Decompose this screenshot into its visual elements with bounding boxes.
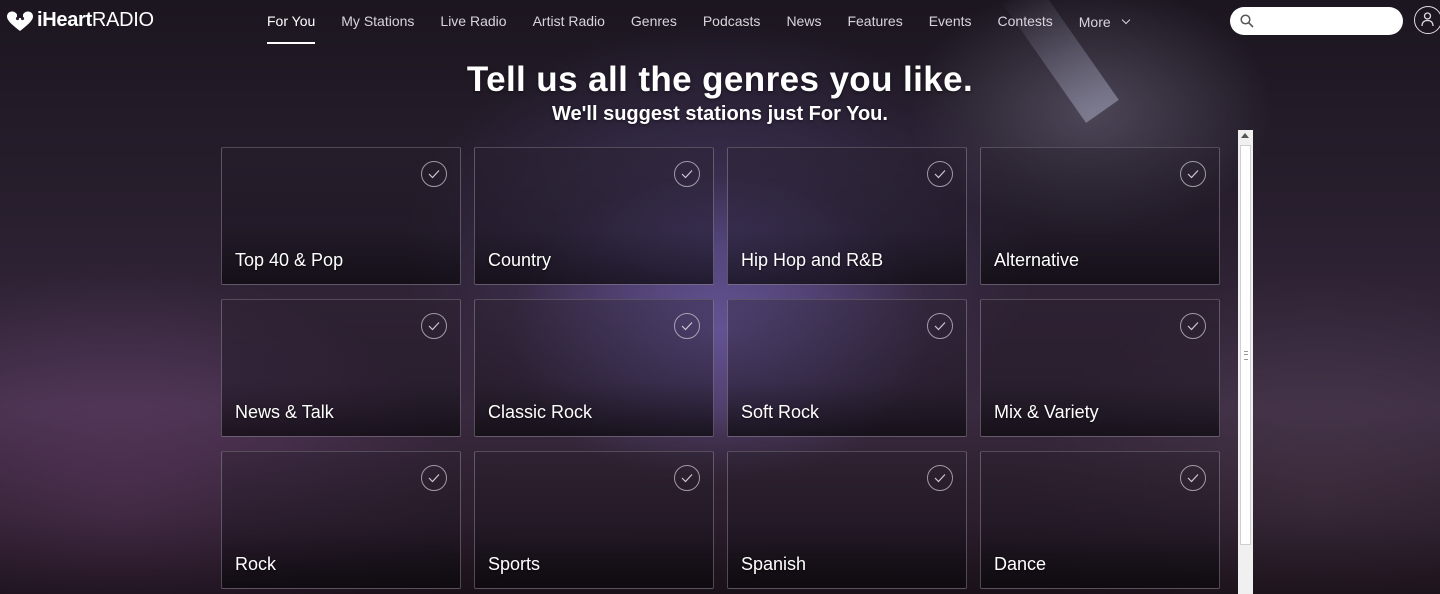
check-icon[interactable] <box>421 313 447 339</box>
logo-text-bold: iHeart <box>37 9 92 31</box>
logo-text-thin: RADIO <box>91 9 154 31</box>
scrollbar-grip-icon <box>1244 351 1248 360</box>
chevron-down-icon <box>1121 15 1130 25</box>
check-icon[interactable] <box>674 313 700 339</box>
user-icon <box>1421 12 1434 27</box>
genre-label: Top 40 & Pop <box>235 250 344 270</box>
scrollbar-thumb[interactable] <box>1240 145 1251 545</box>
iheart-logo-icon <box>7 11 33 31</box>
scroll-up-arrow-icon[interactable] <box>1241 133 1249 138</box>
iheartradio-logo[interactable]: iHeartRADIO <box>5 9 154 32</box>
genre-tile-alternative[interactable]: Alternative <box>980 147 1220 285</box>
user-profile-button[interactable] <box>1414 6 1440 34</box>
genre-tile-dance[interactable]: Dance <box>980 451 1220 589</box>
check-icon[interactable] <box>1180 465 1206 491</box>
check-icon[interactable] <box>927 161 953 187</box>
page-subheadline: We'll suggest stations just For You. <box>552 103 888 125</box>
nav-more-label: More <box>1078 14 1111 30</box>
logo-text: iHeartRADIO <box>37 9 154 32</box>
genre-grid-scrollbar[interactable] <box>1238 130 1253 594</box>
genre-label: Mix & Variety <box>994 402 1099 422</box>
main-nav: For You My Stations Live Radio Artist Ra… <box>267 0 1155 44</box>
check-icon[interactable] <box>421 161 447 187</box>
genre-tile-classic-rock[interactable]: Classic Rock <box>474 299 714 437</box>
search-box[interactable] <box>1230 7 1403 35</box>
nav-artist-radio[interactable]: Artist Radio <box>533 0 605 44</box>
genre-tile-mix-variety[interactable]: Mix & Variety <box>980 299 1220 437</box>
nav-more[interactable]: More <box>1078 0 1130 44</box>
search-input[interactable] <box>1260 11 1399 33</box>
genre-label: News & Talk <box>235 402 334 422</box>
genre-label: Alternative <box>994 250 1080 270</box>
page-headline: Tell us all the genres you like. <box>466 60 974 99</box>
nav-contests[interactable]: Contests <box>998 0 1053 44</box>
genre-label: Country <box>488 250 552 270</box>
genre-label: Sports <box>488 554 541 574</box>
genre-label: Soft Rock <box>741 402 820 422</box>
nav-events[interactable]: Events <box>929 0 972 44</box>
genre-tile-country[interactable]: Country <box>474 147 714 285</box>
check-icon[interactable] <box>674 465 700 491</box>
nav-for-you[interactable]: For You <box>267 0 316 44</box>
genre-tile-sports[interactable]: Sports <box>474 451 714 589</box>
top-navigation-bar: iHeartRADIO For You My Stations Live Rad… <box>0 0 1440 44</box>
check-icon[interactable] <box>674 161 700 187</box>
genre-tile-news-talk[interactable]: News & Talk <box>221 299 461 437</box>
check-icon[interactable] <box>927 465 953 491</box>
genre-grid: Top 40 & Pop Country Hip Hop and R&B Alt… <box>221 147 1220 589</box>
nav-my-stations[interactable]: My Stations <box>341 0 414 44</box>
genre-label: Spanish <box>741 554 807 574</box>
genre-label: Classic Rock <box>488 402 593 422</box>
genre-tile-rock[interactable]: Rock <box>221 451 461 589</box>
check-icon[interactable] <box>1180 313 1206 339</box>
genre-tile-soft-rock[interactable]: Soft Rock <box>727 299 967 437</box>
nav-features[interactable]: Features <box>847 0 902 44</box>
nav-podcasts[interactable]: Podcasts <box>703 0 761 44</box>
check-icon[interactable] <box>421 465 447 491</box>
genre-tile-hip-hop-rnb[interactable]: Hip Hop and R&B <box>727 147 967 285</box>
genre-label: Dance <box>994 554 1047 574</box>
check-icon[interactable] <box>927 313 953 339</box>
nav-live-radio[interactable]: Live Radio <box>440 0 506 44</box>
nav-news[interactable]: News <box>786 0 821 44</box>
check-icon[interactable] <box>1180 161 1206 187</box>
genre-label: Rock <box>235 554 277 574</box>
nav-genres[interactable]: Genres <box>631 0 677 44</box>
search-icon <box>1240 14 1254 28</box>
genre-tile-spanish[interactable]: Spanish <box>727 451 967 589</box>
genre-label: Hip Hop and R&B <box>741 250 884 270</box>
genre-tile-top-40-pop[interactable]: Top 40 & Pop <box>221 147 461 285</box>
